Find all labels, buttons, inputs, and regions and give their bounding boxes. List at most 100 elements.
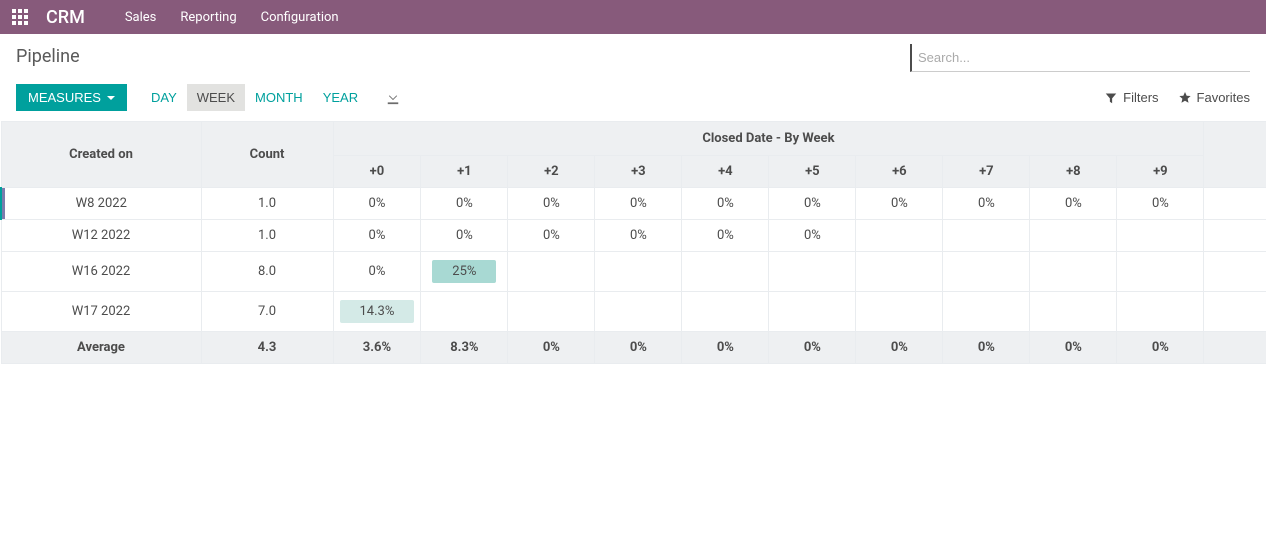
- data-cell[interactable]: [1117, 252, 1204, 292]
- period-header[interactable]: +2: [508, 156, 595, 188]
- data-cell[interactable]: [856, 220, 943, 252]
- navbar: CRM Sales Reporting Configuration: [0, 0, 1266, 34]
- apps-icon[interactable]: [12, 9, 28, 25]
- period-header[interactable]: +1: [421, 156, 508, 188]
- data-cell[interactable]: [595, 292, 682, 332]
- data-cell-trail: [1204, 188, 1266, 220]
- data-cell[interactable]: 25%: [421, 252, 508, 292]
- data-cell[interactable]: [856, 252, 943, 292]
- period-header[interactable]: +8: [1030, 156, 1117, 188]
- range-day[interactable]: DAY: [141, 84, 187, 111]
- data-cell[interactable]: [1030, 292, 1117, 332]
- data-cell[interactable]: [769, 252, 856, 292]
- period-header[interactable]: +3: [595, 156, 682, 188]
- row-label[interactable]: W16 2022: [1, 252, 201, 292]
- average-cell: 3.6%: [333, 332, 421, 364]
- period-header[interactable]: +4: [682, 156, 769, 188]
- table-row: W8 20221.00%0%0%0%0%0%0%0%0%0%: [1, 188, 1266, 220]
- data-cell[interactable]: 0%: [1117, 188, 1204, 220]
- average-cell: 0%: [682, 332, 769, 364]
- row-label[interactable]: W17 2022: [1, 292, 201, 332]
- period-header[interactable]: +9: [1117, 156, 1204, 188]
- data-cell[interactable]: [1117, 292, 1204, 332]
- caret-down-icon: [107, 96, 115, 100]
- period-header[interactable]: +6: [856, 156, 943, 188]
- row-count[interactable]: 1.0: [201, 188, 333, 220]
- period-header[interactable]: +5: [769, 156, 856, 188]
- range-week[interactable]: WEEK: [187, 84, 245, 111]
- data-cell[interactable]: [682, 252, 769, 292]
- data-cell[interactable]: 0%: [682, 220, 769, 252]
- data-cell[interactable]: [421, 292, 508, 332]
- period-header[interactable]: +7: [943, 156, 1030, 188]
- data-cell[interactable]: 0%: [769, 188, 856, 220]
- download-button[interactable]: [376, 85, 410, 111]
- table-row: W17 20227.014.3%: [1, 292, 1266, 332]
- data-cell[interactable]: 0%: [769, 220, 856, 252]
- col-count[interactable]: Count: [201, 122, 333, 188]
- data-cell[interactable]: [595, 252, 682, 292]
- filters-button[interactable]: Filters: [1105, 90, 1158, 105]
- range-year[interactable]: YEAR: [313, 84, 368, 111]
- col-created-on[interactable]: Created on: [1, 122, 201, 188]
- data-cell[interactable]: 0%: [333, 220, 421, 252]
- table-row: W16 20228.00%25%: [1, 252, 1266, 292]
- average-label: Average: [1, 332, 201, 364]
- data-cell[interactable]: [1030, 220, 1117, 252]
- data-cell[interactable]: 14.3%: [333, 292, 421, 332]
- row-label[interactable]: W8 2022: [1, 188, 201, 220]
- data-cell-trail: [1204, 220, 1266, 252]
- favorites-label: Favorites: [1197, 90, 1250, 105]
- data-cell[interactable]: [769, 292, 856, 332]
- control-bar: Pipeline MEASURES DAYWEEKMONTHYEAR Filte…: [0, 34, 1266, 111]
- favorites-button[interactable]: Favorites: [1179, 90, 1250, 105]
- data-cell[interactable]: [1117, 220, 1204, 252]
- average-cell: 8.3%: [421, 332, 508, 364]
- measures-button[interactable]: MEASURES: [16, 84, 127, 111]
- table-row: W12 20221.00%0%0%0%0%0%: [1, 220, 1266, 252]
- data-cell[interactable]: 0%: [421, 188, 508, 220]
- average-cell: 0%: [1117, 332, 1204, 364]
- period-header[interactable]: +0: [333, 156, 421, 188]
- average-cell: 0%: [769, 332, 856, 364]
- data-cell[interactable]: 0%: [595, 220, 682, 252]
- data-cell[interactable]: [682, 292, 769, 332]
- data-cell[interactable]: [943, 292, 1030, 332]
- data-cell[interactable]: 0%: [421, 220, 508, 252]
- average-count: 4.3: [201, 332, 333, 364]
- average-row: Average4.33.6%8.3%0%0%0%0%0%0%0%0%: [1, 332, 1266, 364]
- filters-label: Filters: [1123, 90, 1158, 105]
- data-cell[interactable]: 0%: [333, 252, 421, 292]
- data-cell[interactable]: [943, 252, 1030, 292]
- average-cell: 0%: [595, 332, 682, 364]
- nav-link-reporting[interactable]: Reporting: [180, 10, 236, 25]
- data-cell[interactable]: [508, 292, 595, 332]
- data-cell[interactable]: [943, 220, 1030, 252]
- data-cell[interactable]: 0%: [595, 188, 682, 220]
- row-count[interactable]: 7.0: [201, 292, 333, 332]
- data-cell[interactable]: 0%: [333, 188, 421, 220]
- data-cell[interactable]: [856, 292, 943, 332]
- cohort-table: Created on Count Closed Date - By Week +…: [0, 121, 1266, 364]
- average-cell-trail: [1204, 332, 1266, 364]
- row-count[interactable]: 8.0: [201, 252, 333, 292]
- app-brand[interactable]: CRM: [46, 7, 85, 28]
- data-cell[interactable]: 0%: [856, 188, 943, 220]
- range-month[interactable]: MONTH: [245, 84, 313, 111]
- average-cell: 0%: [943, 332, 1030, 364]
- nav-link-configuration[interactable]: Configuration: [261, 10, 339, 25]
- data-cell[interactable]: [1030, 252, 1117, 292]
- nav-link-sales[interactable]: Sales: [125, 10, 157, 25]
- search-input[interactable]: [910, 44, 1250, 72]
- col-super-header: Closed Date - By Week: [333, 122, 1204, 156]
- data-cell[interactable]: 0%: [508, 220, 595, 252]
- row-count[interactable]: 1.0: [201, 220, 333, 252]
- data-cell[interactable]: 0%: [508, 188, 595, 220]
- data-cell[interactable]: [508, 252, 595, 292]
- data-cell[interactable]: 0%: [943, 188, 1030, 220]
- filter-icon: [1105, 92, 1117, 104]
- data-cell[interactable]: 0%: [682, 188, 769, 220]
- data-cell[interactable]: 0%: [1030, 188, 1117, 220]
- measures-label: MEASURES: [28, 90, 101, 105]
- row-label[interactable]: W12 2022: [1, 220, 201, 252]
